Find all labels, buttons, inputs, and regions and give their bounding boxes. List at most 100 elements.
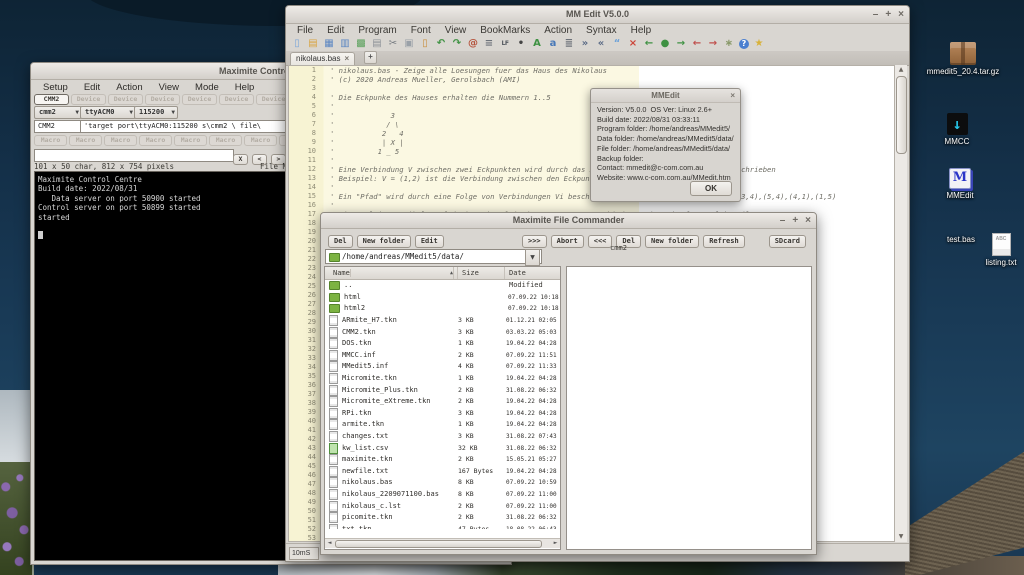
maximize-icon[interactable]: + <box>885 7 891 23</box>
tab-close-icon[interactable]: × <box>344 54 349 63</box>
file-row[interactable]: Micromite_eXtreme.tkn2 KB19.04.22 04:28 <box>325 396 560 408</box>
new-file-icon[interactable]: ▯ <box>291 38 303 50</box>
desktop-icon-archive[interactable]: mmedit5_20.4.tar.gz <box>920 42 1006 76</box>
file-row[interactable]: DOS.tkn1 KB19.04.22 04:28 <box>325 338 560 350</box>
sdcard-button[interactable]: SDcard <box>769 235 806 248</box>
menu-item[interactable]: Syntax <box>579 24 624 37</box>
macro-button[interactable]: Macro <box>104 135 137 146</box>
outline-list-icon[interactable]: ≣ <box>563 38 575 50</box>
file-row[interactable]: newfile.txt167 Bytes19.04.22 04:28 <box>325 466 560 478</box>
minimize-icon[interactable]: – <box>873 7 879 23</box>
mmedit-titlebar[interactable]: MM Edit V5.0.0 <box>286 6 909 24</box>
file-row[interactable]: Micromite_Plus.tkn2 KB31.08.22 06:32 <box>325 384 560 396</box>
save-icon[interactable]: ▦ <box>323 38 335 50</box>
remote-file-panel[interactable] <box>566 266 812 550</box>
file-row[interactable]: nikolaus_2209071100.bas8 KB07.09.22 11:0… <box>325 489 560 501</box>
macros-icon[interactable]: ★ <box>753 38 765 50</box>
nav-next-icon[interactable]: → <box>675 38 687 50</box>
device-button[interactable]: Device <box>71 94 106 105</box>
file-row[interactable]: RPi.tkn3 KB19.04.22 04:28 <box>325 408 560 420</box>
save-as-icon[interactable]: ▥ <box>339 38 351 50</box>
file-row[interactable]: MMedit5.inf4 KB07.09.22 11:33 <box>325 361 560 373</box>
file-commander-titlebar[interactable]: Maximite File Commander <box>321 213 816 229</box>
minimize-icon[interactable]: – <box>780 213 786 229</box>
device-button[interactable]: Device <box>108 94 143 105</box>
path-combo[interactable]: /home/andreas/MMedit5/data/ <box>325 249 542 264</box>
file-row[interactable]: html207.09.22 10:18 <box>325 303 560 315</box>
device-combo[interactable]: cmm2▼ <box>34 106 82 119</box>
scrollbar-thumb[interactable] <box>896 76 907 154</box>
menu-item[interactable]: Setup <box>35 81 76 94</box>
run-icon[interactable]: ● <box>659 38 671 50</box>
port-combo[interactable]: ttyACM0▼ <box>80 106 136 119</box>
macro-button[interactable]: Macro <box>174 135 207 146</box>
menu-item[interactable]: View <box>151 81 187 94</box>
nav-previous-icon[interactable]: ← <box>643 38 655 50</box>
macro-button[interactable]: Macro <box>69 135 102 146</box>
device-button[interactable]: Device <box>219 94 254 105</box>
maximize-icon[interactable]: + <box>792 213 798 229</box>
device-button[interactable]: Device <box>182 94 217 105</box>
menu-item[interactable]: View <box>438 24 474 37</box>
jump-back-icon[interactable]: ← <box>691 38 703 50</box>
menu-item[interactable]: File <box>290 24 320 37</box>
redo-icon[interactable]: ↷ <box>451 38 463 50</box>
desktop-icon-txt[interactable]: listing.txt <box>970 233 1024 267</box>
outdent-icon[interactable]: « <box>595 38 607 50</box>
close-icon[interactable]: × <box>898 7 904 23</box>
desktop-icon-mmedit[interactable]: MMEdit <box>922 168 998 200</box>
goto-list-icon[interactable]: ≡ <box>483 38 495 50</box>
indent-icon[interactable]: » <box>579 38 591 50</box>
menu-item[interactable]: Mode <box>187 81 227 94</box>
menu-item[interactable]: Program <box>351 24 403 37</box>
print-icon[interactable]: ▤ <box>371 38 383 50</box>
settings-icon[interactable]: ∗ <box>723 38 735 50</box>
horizontal-scrollbar[interactable]: ◄ ► <box>325 538 560 548</box>
delete-line-icon[interactable]: × <box>627 38 639 50</box>
scroll-down-icon[interactable]: ▼ <box>895 532 907 542</box>
file-row[interactable]: html07.09.22 10:18 <box>325 292 560 304</box>
jump-forward-icon[interactable]: → <box>707 38 719 50</box>
font-italic-icon[interactable]: A <box>531 38 543 50</box>
menu-item[interactable]: Edit <box>320 24 351 37</box>
device-button[interactable]: Device <box>145 94 180 105</box>
file-row[interactable]: nikolaus_c.lst2 KB07.09.22 11:00 <box>325 500 560 512</box>
help-icon[interactable]: ? <box>739 39 749 49</box>
editor-vertical-scrollbar[interactable]: ▲ ▼ <box>894 65 907 542</box>
paste-icon[interactable]: ▯ <box>419 38 431 50</box>
file-row[interactable]: MMCC.inf2 KB07.09.22 11:51 <box>325 350 560 362</box>
local-file-button[interactable]: New folder <box>357 235 411 248</box>
menu-item[interactable]: BookMarks <box>473 24 537 37</box>
local-file-button[interactable]: Del <box>328 235 353 248</box>
open-folder-icon[interactable]: ▤ <box>307 38 319 50</box>
new-tab-button[interactable]: + <box>364 51 377 64</box>
menu-item[interactable]: Action <box>537 24 579 37</box>
local-file-button[interactable]: Edit <box>415 235 444 248</box>
comment-icon[interactable]: “ <box>611 38 623 50</box>
macro-button[interactable]: Macro <box>34 135 67 146</box>
column-date[interactable]: Date Modified <box>505 267 560 279</box>
column-name[interactable]: Name▲ <box>325 267 458 279</box>
line-ending-lf-icon[interactable]: LF <box>499 38 511 50</box>
menu-item[interactable]: Action <box>108 81 150 94</box>
file-row[interactable]: CMM2.tkn3 KB03.03.22 05:03 <box>325 326 560 338</box>
device-button[interactable]: CMM2 <box>34 94 69 105</box>
whitespace-dot-icon[interactable]: • <box>515 38 527 50</box>
scroll-up-icon[interactable]: ▲ <box>895 65 907 75</box>
file-row[interactable]: txt.tkn47 Bytes18.08.22 06:43 <box>325 523 560 529</box>
desktop-icon-mmcc[interactable]: MMCC <box>922 113 992 146</box>
find-symbol-icon[interactable]: a <box>547 38 559 50</box>
menu-item[interactable]: Edit <box>76 81 108 94</box>
macro-button[interactable]: Macro <box>244 135 277 146</box>
ok-button[interactable]: OK <box>690 181 732 196</box>
baud-combo[interactable]: 115200▼ <box>134 106 178 119</box>
tab-nikolaus-bas[interactable]: nikolaus.bas× <box>290 52 355 65</box>
file-row[interactable]: maximite.tkn2 KB15.05.21 05:27 <box>325 454 560 466</box>
macro-button[interactable]: Macro <box>139 135 172 146</box>
menu-item[interactable]: Help <box>227 81 263 94</box>
file-row[interactable]: nikolaus.bas8 KB07.09.22 10:59 <box>325 477 560 489</box>
copy-icon[interactable]: ▣ <box>403 38 415 50</box>
file-row[interactable]: ARmite_H7.tkn3 KB01.12.21 02:05 <box>325 315 560 327</box>
macro-button[interactable]: Macro <box>209 135 242 146</box>
command-field[interactable] <box>34 149 234 162</box>
